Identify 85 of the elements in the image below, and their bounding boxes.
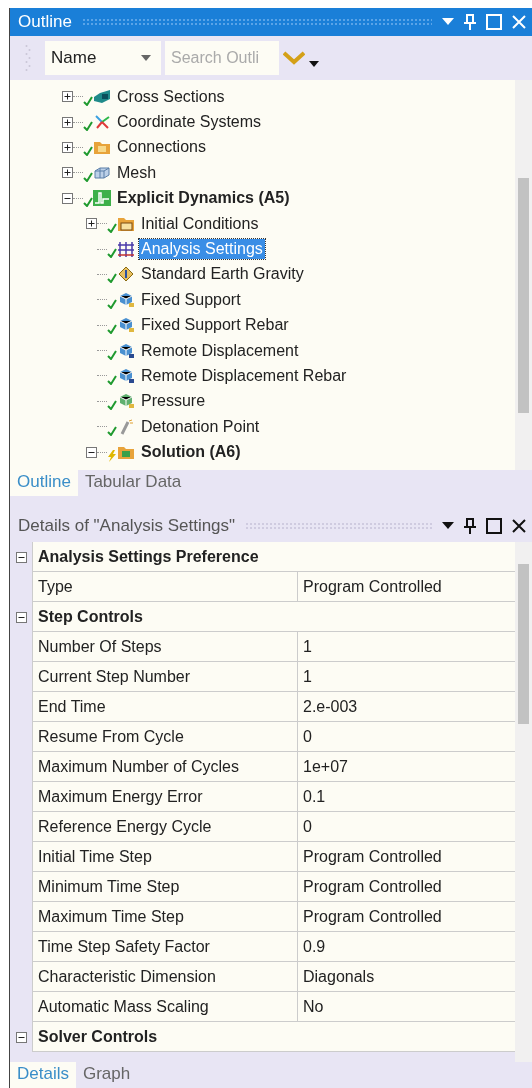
property-value[interactable]: 2.e-003 — [297, 692, 515, 722]
search-field[interactable]: Search Outli — [165, 41, 279, 75]
tab[interactable]: Outline — [10, 470, 78, 496]
tree-item[interactable]: Solution (A6) — [139, 442, 243, 463]
property-name: Maximum Time Step — [32, 902, 297, 932]
tree-item[interactable]: Mesh — [115, 162, 159, 183]
axes-icon — [93, 114, 111, 131]
mesh-icon — [93, 164, 111, 181]
tree-item[interactable]: Coordinate Systems — [115, 112, 264, 133]
tab[interactable]: Graph — [75, 1062, 138, 1088]
property-value[interactable]: 1 — [297, 662, 515, 692]
property-value[interactable]: No — [297, 992, 515, 1022]
property-name: Current Step Number — [32, 662, 297, 692]
property-value[interactable]: 0 — [297, 722, 515, 752]
panel-title: Outline — [18, 12, 72, 32]
property-value[interactable]: 0.9 — [297, 932, 515, 962]
tree-item[interactable]: Standard Earth Gravity — [139, 264, 306, 285]
section-header[interactable]: Step Controls — [32, 602, 515, 632]
collapse-toggle-icon[interactable] — [15, 1031, 27, 1043]
folder-icon — [117, 444, 135, 461]
section-header[interactable]: Solver Controls — [32, 1022, 515, 1052]
property-value[interactable]: Program Controlled — [297, 842, 515, 872]
cube-icon — [117, 342, 135, 359]
scrollbar[interactable] — [515, 80, 532, 470]
caret-icon[interactable] — [309, 61, 319, 67]
grip-icon[interactable] — [25, 43, 31, 73]
expand-toggle-icon[interactable] — [62, 116, 73, 128]
grid-icon — [117, 241, 135, 258]
tree-item[interactable]: Pressure — [139, 391, 208, 412]
property-value[interactable]: 0 — [297, 812, 515, 842]
maximize-icon[interactable] — [486, 518, 502, 534]
expand-toggle-icon[interactable] — [86, 218, 97, 230]
folder-icon — [117, 215, 135, 232]
expand-toggle-icon[interactable] — [62, 141, 73, 153]
tab[interactable]: Tabular Data — [77, 470, 189, 496]
dropdown-icon[interactable] — [442, 522, 454, 530]
pin-icon[interactable] — [464, 518, 476, 534]
collapse-toggle-icon[interactable] — [15, 551, 27, 563]
property-name: End Time — [32, 692, 297, 722]
property-name: Number Of Steps — [32, 632, 297, 662]
tree-item[interactable]: Connections — [115, 137, 208, 158]
expand-toggle-icon[interactable] — [62, 192, 73, 204]
diamond-icon — [117, 266, 135, 283]
collapse-toggle-icon[interactable] — [15, 611, 27, 623]
panel-title: Details of "Analysis Settings" — [18, 516, 236, 536]
expand-toggle-icon[interactable] — [86, 446, 97, 458]
property-name: Time Step Safety Factor — [32, 932, 297, 962]
section-header[interactable]: Analysis Settings Preference — [32, 542, 515, 572]
folder-icon — [93, 139, 111, 156]
tree-item[interactable]: Remote Displacement Rebar — [139, 366, 349, 386]
tree-item[interactable]: Fixed Support — [139, 289, 243, 310]
property-name: Initial Time Step — [32, 842, 297, 872]
tab[interactable]: Details — [10, 1062, 76, 1088]
property-name: Characteristic Dimension — [32, 962, 297, 992]
property-value[interactable]: 0.1 — [297, 782, 515, 812]
tree-item[interactable]: Explicit Dynamics (A5) — [115, 188, 292, 209]
tree-item[interactable]: Remote Displacement — [139, 340, 301, 361]
property-name: Reference Energy Cycle — [32, 812, 297, 842]
property-value[interactable]: Program Controlled — [297, 572, 515, 602]
cube-icon — [117, 291, 135, 308]
expand-toggle-icon[interactable] — [62, 91, 73, 103]
chart-icon — [93, 190, 111, 207]
expand-toggle-icon[interactable] — [62, 167, 73, 179]
property-value[interactable]: Program Controlled — [297, 902, 515, 932]
cube-icon — [117, 368, 135, 384]
property-name: Automatic Mass Scaling — [32, 992, 297, 1022]
property-name: Minimum Time Step — [32, 872, 297, 902]
property-value[interactable]: Program Controlled — [297, 872, 515, 902]
sort-dropdown[interactable]: Name — [45, 41, 161, 75]
property-name: Maximum Energy Error — [32, 782, 297, 812]
close-icon[interactable] — [512, 519, 526, 533]
beam-icon — [93, 88, 111, 105]
cube-icon — [117, 317, 135, 334]
property-name: Type — [32, 572, 297, 602]
cube-icon — [117, 393, 135, 410]
tree-item[interactable]: Cross Sections — [115, 86, 227, 107]
property-value[interactable]: 1e+07 — [297, 752, 515, 782]
scrollbar[interactable] — [515, 542, 532, 1062]
tree-item[interactable]: Initial Conditions — [139, 213, 261, 234]
tree-item[interactable]: Detonation Point — [139, 416, 262, 437]
property-value[interactable]: 1 — [297, 632, 515, 662]
property-name: Maximum Number of Cycles — [32, 752, 297, 782]
property-name: Resume From Cycle — [32, 722, 297, 752]
property-value[interactable]: Diagonals — [297, 962, 515, 992]
tree-item[interactable]: Fixed Support Rebar — [139, 315, 291, 336]
